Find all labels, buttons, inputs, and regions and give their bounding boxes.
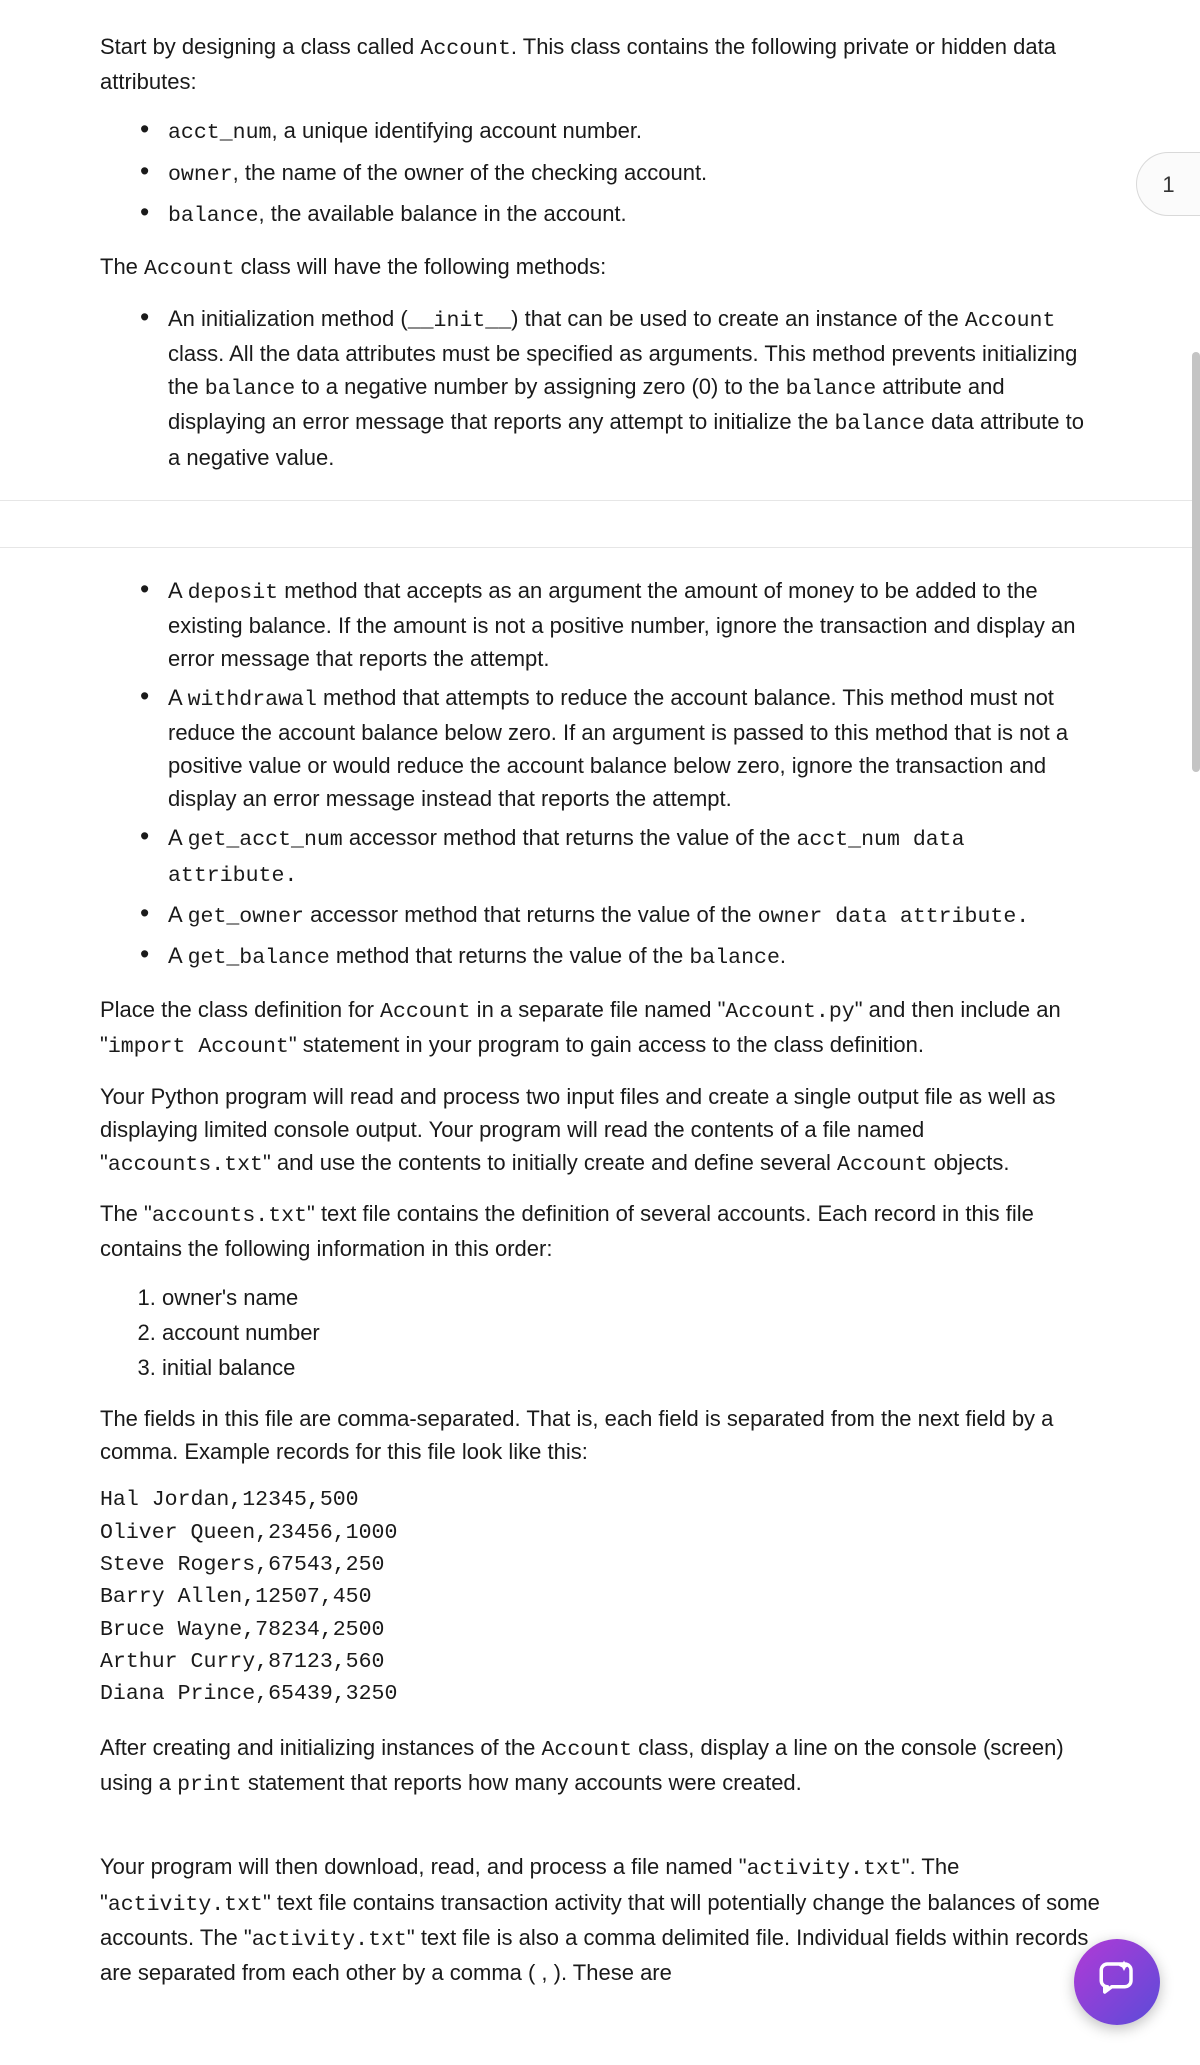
code: activity.txt: [108, 1893, 263, 1917]
scrollbar[interactable]: [1192, 352, 1200, 1552]
chat-icon: [1096, 1957, 1138, 2008]
text: Your program will then download, read, a…: [100, 1854, 747, 1879]
text: A: [168, 943, 188, 968]
code: get_acct_num: [188, 828, 343, 852]
attributes-list: acct_num, a unique identifying account n…: [140, 114, 1100, 232]
text: accessor method that returns the value o…: [304, 902, 758, 927]
methods-list-2: A deposit method that accepts as an argu…: [140, 574, 1100, 975]
text: class will have the following methods:: [235, 254, 607, 279]
place-paragraph: Place the class definition for Account i…: [100, 993, 1100, 1064]
text: .: [780, 943, 786, 968]
read-paragraph: Your Python program will read and proces…: [100, 1080, 1100, 1181]
code: Account: [541, 1738, 632, 1762]
list-item: owner's name: [162, 1281, 1100, 1314]
code: balance: [834, 412, 925, 436]
code: owner: [168, 163, 233, 187]
text: statement that reports how many accounts…: [242, 1770, 802, 1795]
text: accessor method that returns the value o…: [343, 825, 797, 850]
code: balance: [786, 377, 877, 401]
code: deposit: [188, 581, 279, 605]
code: __init__: [408, 309, 511, 333]
code: Account: [965, 309, 1056, 333]
code: acct_num: [168, 121, 271, 145]
text: Start by designing a class called: [100, 34, 420, 59]
code: activity.txt: [747, 1857, 902, 1881]
text: in a separate file named ": [471, 997, 726, 1022]
code: activity.txt: [252, 1928, 407, 1952]
page-badge-label: 1: [1162, 168, 1174, 201]
text: A: [168, 685, 188, 710]
list-item: A withdrawal method that attempts to red…: [140, 681, 1100, 815]
accounts-file-paragraph: The "accounts.txt" text file contains th…: [100, 1197, 1100, 1265]
list-item: account number: [162, 1316, 1100, 1349]
text: method that returns the value of the: [330, 943, 690, 968]
text: Place the class definition for: [100, 997, 380, 1022]
methods-intro: The Account class will have the followin…: [100, 250, 1100, 285]
example-records: Hal Jordan,12345,500 Oliver Queen,23456,…: [100, 1484, 1100, 1710]
code: Account: [144, 257, 235, 281]
code: get_balance: [188, 946, 330, 970]
code: balance: [205, 377, 296, 401]
code: print: [177, 1773, 242, 1797]
code: balance: [168, 204, 259, 228]
list-item: A get_acct_num accessor method that retu…: [140, 821, 1100, 892]
list-item: balance, the available balance in the ac…: [140, 197, 1100, 232]
text: , a unique identifying account number.: [271, 118, 642, 143]
activity-paragraph: Your program will then download, read, a…: [100, 1850, 1100, 1989]
list-item: A get_owner accessor method that returns…: [140, 898, 1100, 933]
list-item: A deposit method that accepts as an argu…: [140, 574, 1100, 675]
document-content: Start by designing a class called Accoun…: [0, 0, 1200, 2065]
list-item: A get_balance method that returns the va…: [140, 939, 1100, 974]
code: balance: [689, 946, 780, 970]
text: After creating and initializing instance…: [100, 1735, 541, 1760]
page-badge[interactable]: 1: [1136, 152, 1200, 216]
code: owner data attribute.: [758, 905, 1030, 929]
code: accounts.txt: [108, 1153, 263, 1177]
code: Account.py: [725, 1000, 854, 1024]
fields-paragraph: The fields in this file are comma-separa…: [100, 1402, 1100, 1468]
text: ) that can be used to create an instance…: [511, 306, 965, 331]
list-item: initial balance: [162, 1351, 1100, 1384]
code: withdrawal: [188, 688, 317, 712]
text: , the name of the owner of the checking …: [233, 160, 708, 185]
after-paragraph: After creating and initializing instance…: [100, 1731, 1100, 1802]
record-fields-list: owner's name account number initial bala…: [134, 1281, 1100, 1384]
text: " statement in your program to gain acce…: [289, 1032, 924, 1057]
text: objects.: [928, 1150, 1010, 1175]
text: , the available balance in the account.: [259, 201, 627, 226]
code: Account: [380, 1000, 471, 1024]
section-divider: [0, 500, 1200, 548]
chat-fab[interactable]: [1074, 1939, 1160, 2025]
code-account: Account: [420, 37, 511, 61]
code: Account: [837, 1153, 928, 1177]
text: " and use the contents to initially crea…: [263, 1150, 837, 1175]
text: A: [168, 902, 188, 927]
list-item: acct_num, a unique identifying account n…: [140, 114, 1100, 149]
list-item: owner, the name of the owner of the chec…: [140, 156, 1100, 191]
list-item: An initialization method (__init__) that…: [140, 302, 1100, 474]
scrollbar-thumb[interactable]: [1192, 352, 1200, 772]
methods-list-1: An initialization method (__init__) that…: [140, 302, 1100, 474]
intro-paragraph: Start by designing a class called Accoun…: [100, 30, 1100, 98]
text: A: [168, 825, 188, 850]
text: The: [100, 254, 144, 279]
text: An initialization method (: [168, 306, 408, 331]
text: to a negative number by assigning zero (…: [295, 374, 785, 399]
code: accounts.txt: [152, 1204, 307, 1228]
text: A: [168, 578, 188, 603]
code: import Account: [108, 1035, 289, 1059]
text: method that accepts as an argument the a…: [168, 578, 1075, 671]
code: get_owner: [188, 905, 304, 929]
text: The ": [100, 1201, 152, 1226]
